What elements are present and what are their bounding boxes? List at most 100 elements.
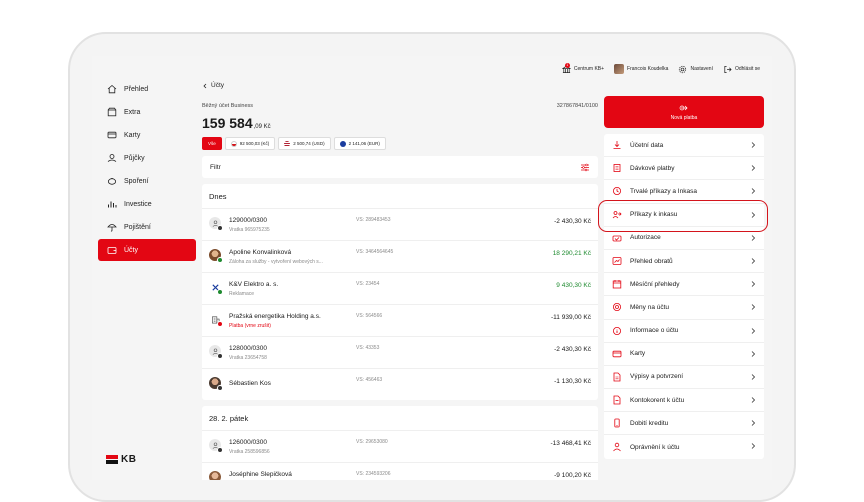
clock-icon [612,186,622,196]
sidebar-item-extra[interactable]: Extra [98,101,196,123]
tx-sub: Vratka 965975235 [229,227,270,233]
top-bar: 1 Centrum KB+ Francois Koudelka Nastaven… [561,62,760,76]
tx-vs: VS: 23454 [356,281,380,287]
tx-vs: VS: 43353 [356,345,380,351]
centrum-label: Centrum KB+ [573,66,605,72]
menu-kontokorent[interactable]: Kontokorent k účtu [604,389,764,413]
tx-amount: 18 290,21 Kč [552,250,591,257]
table-row[interactable]: Joséphine Slepičková VS: 234593206 -9 10… [202,462,598,480]
menu-label: Oprávnění k účtu [630,443,680,451]
tx-amount: -2 430,30 Kč [554,346,591,353]
menu-autorizace[interactable]: Autorizace [604,227,764,250]
download-icon [612,140,622,150]
outgoing-badge [217,447,223,453]
menu-label: Dobití kreditu [630,419,669,427]
new-payment-button[interactable]: Nová platba [604,96,764,128]
tx-name: 129000/0300 [229,217,267,224]
sidebar-item-ucty[interactable]: Účty [98,239,196,261]
chip-label: 2 141,06 (EUR) [348,141,380,146]
sidebar-item-label: Investice [124,200,152,208]
logout-label: Odhlásit se [734,66,760,72]
chevron-left-icon [203,83,207,88]
tx-amount: -13 468,41 Kč [550,440,591,447]
sidebar-item-karty[interactable]: Karty [98,124,196,146]
back-link[interactable]: Účty [202,82,598,89]
table-row[interactable]: Apoline Konvalinková Záloha za služby - … [202,240,598,272]
table-row[interactable]: 129000/0300 Vratka 965975235 VS: 2894834… [202,208,598,240]
tx-vs: VS: 564566 [356,313,383,319]
sidebar-item-pojisteni[interactable]: Pojištění [98,216,196,238]
chevron-right-icon [751,258,756,264]
action-menu: Účetní data Dávkové platby Trvalé příkaz… [604,134,764,459]
menu-opravneni[interactable]: Oprávnění k účtu [604,435,764,458]
box-icon [106,107,117,118]
menu-davkove-platby[interactable]: Dávkové platby [604,157,764,181]
sidebar-item-investice[interactable]: Investice [98,193,196,215]
table-row[interactable]: Sébastien Kos VS: 456463 -1 130,30 Kč [202,368,598,400]
sliders-icon[interactable] [580,163,590,172]
tx-amount: -9 100,20 Kč [554,472,591,479]
menu-prikazy-k-inkasu[interactable]: Příkazy k inkasu [604,204,764,227]
sidebar-item-label: Spoření [124,177,149,185]
table-row[interactable]: Pražská energetika Holding a.s. Platba (… [202,304,598,336]
chip-eur[interactable]: 2 141,06 (EUR) [333,137,386,150]
calendar-icon [612,279,622,289]
menu-label: Účetní data [630,141,664,149]
centrum-kb-button[interactable]: 1 Centrum KB+ [561,62,605,74]
filter-bar[interactable]: Filtr [202,156,598,178]
chip-all[interactable]: Vše [202,137,222,150]
settings-button[interactable]: Nastavení [678,65,713,74]
logout-button[interactable]: Odhlásit se [723,65,760,74]
menu-informace-o-uctu[interactable]: Informace o účtu [604,320,764,343]
menu-mesicni-prehledy[interactable]: Měsíční přehledy [604,273,764,297]
menu-label: Autorizace [630,234,661,242]
chip-usd[interactable]: 2 500,74 (USD) [278,137,331,150]
authorize-icon [612,233,622,243]
document-icon [612,372,622,382]
sidebar-item-label: Půjčky [124,154,145,162]
table-row[interactable]: 128000/0300 Vratka 23654758 VS: 43353 -2… [202,336,598,368]
menu-dobiti-kreditu[interactable]: Dobití kreditu [604,412,764,436]
failed-badge [217,321,223,327]
overdraft-icon [612,395,622,405]
chip-czk[interactable]: 92 500,03 (Kč) [224,137,276,150]
piggy-icon [106,176,117,187]
chevron-right-icon [751,420,756,427]
kb-logo-mark [106,455,118,464]
menu-vypisy[interactable]: Výpisy a potvrzení [604,366,764,390]
outgoing-badge [217,225,223,231]
sidebar-item-label: Pojištění [124,223,151,231]
menu-trvale-prikazy[interactable]: Trvalé příkazy a Inkasa [604,180,764,204]
person-avatar [209,377,223,391]
chart-icon [106,199,117,210]
user-key-icon [612,442,622,452]
tx-vs: VS: 29653080 [356,439,388,445]
collection-icon [612,210,622,220]
person-avatar [209,217,223,231]
user-button[interactable]: Francois Koudelka [614,64,668,74]
chip-label: 2 500,74 (USD) [293,141,325,146]
card-icon [106,130,117,141]
sidebar-item-pujcky[interactable]: Půjčky [98,147,196,169]
person-avatar [209,249,223,263]
table-row[interactable]: K&V Elektro a. s. Reklamace VS: 23454 9 … [202,272,598,304]
sidebar-item-sporeni[interactable]: Spoření [98,170,196,192]
chevron-right-icon [751,350,756,357]
tx-vs: VS: 289483453 [356,217,391,223]
new-payment-label: Nová platba [670,114,698,121]
account-actions: Nová platba Účetní data Dávkové platby T… [604,96,764,459]
menu-prehled-obratu[interactable]: Přehled obratů [604,250,764,274]
menu-meny-na-uctu[interactable]: Měny na účtu [604,296,764,320]
app-screen: 1 Centrum KB+ Francois Koudelka Nastaven… [92,56,772,480]
outgoing-badge [217,353,223,359]
outgoing-badge [217,385,223,391]
menu-label: Trvalé příkazy a Inkasa [630,187,697,195]
menu-karty[interactable]: Karty [604,343,764,366]
chevron-right-icon [751,234,756,241]
person-avatar [209,471,221,480]
menu-ucetni-data[interactable]: Účetní data [604,134,764,158]
sidebar-item-prehled[interactable]: Přehled [98,78,196,100]
table-row[interactable]: 126000/0300 Vratka 258596856 VS: 2965308… [202,430,598,462]
company-avatar [209,313,223,327]
account-detail: Účty Běžný účet Business 327867841/0100 … [202,82,598,480]
